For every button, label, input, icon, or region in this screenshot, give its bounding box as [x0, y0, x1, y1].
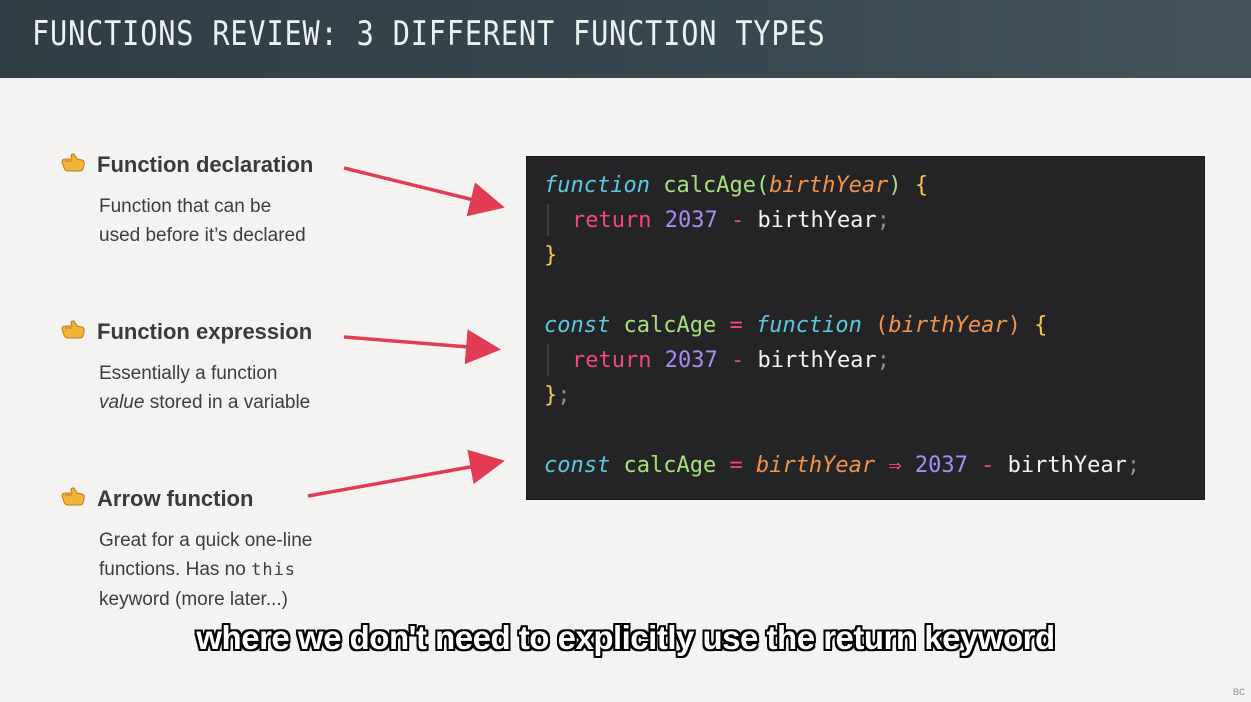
- brace: {: [914, 173, 929, 198]
- code-line: };: [544, 379, 571, 413]
- function-name: calcAge: [623, 313, 717, 338]
- desc-text: stored in a variable: [144, 392, 311, 413]
- param: birthYear: [888, 313, 1008, 338]
- pointing-hand-icon: [61, 320, 85, 339]
- semicolon: ;: [1126, 453, 1141, 478]
- identifier: birthYear: [757, 208, 877, 233]
- item-description: Great for a quick one-line functions. Ha…: [99, 526, 312, 614]
- code-line: return 2037 - birthYear;: [572, 204, 890, 238]
- watermark-logo: вс: [1232, 684, 1245, 698]
- desc-line: Function that can be: [99, 196, 272, 217]
- keyword-const: const: [544, 313, 611, 338]
- desc-line: value stored in a variable: [99, 388, 310, 417]
- desc-line: Essentially a function: [99, 363, 278, 384]
- operator: -: [730, 348, 745, 373]
- item-title: Arrow function: [97, 486, 254, 511]
- keyword-return: return: [572, 348, 652, 373]
- code-line: return 2037 - birthYear;: [572, 344, 890, 378]
- operator: -: [981, 453, 995, 478]
- paren: (: [755, 173, 770, 198]
- item-title: Function expression: [97, 319, 313, 344]
- brace: {: [1034, 313, 1048, 338]
- indent-guide: [547, 204, 549, 236]
- desc-line: keyword (more later...): [99, 589, 288, 610]
- function-name: calcAge: [663, 173, 756, 198]
- pointing-hand-icon: [61, 153, 85, 172]
- paren: (: [875, 313, 889, 338]
- operator: =: [729, 313, 743, 338]
- code-line: const calcAge = function (birthYear) {: [544, 309, 1047, 343]
- number: 2037: [664, 348, 718, 373]
- item-description: Essentially a function value stored in a…: [99, 359, 310, 417]
- code-panel: function calcAge(birthYear) { return 203…: [526, 156, 1205, 500]
- number: 2037: [664, 208, 718, 233]
- pointing-hand-icon: [61, 487, 85, 506]
- semicolon: ;: [876, 348, 890, 373]
- identifier: birthYear: [757, 348, 877, 373]
- indent-guide: [547, 344, 549, 376]
- keyword-return: return: [572, 208, 652, 233]
- param: birthYear: [769, 173, 889, 198]
- param: birthYear: [755, 453, 876, 478]
- operator: =: [729, 453, 743, 478]
- item-title: Function declaration: [97, 152, 314, 177]
- semicolon: ;: [876, 208, 890, 233]
- arrow-expression: [343, 329, 501, 365]
- arrow-declaration: [343, 166, 505, 217]
- paren: ): [888, 173, 902, 198]
- number: 2037: [914, 453, 968, 478]
- arrow-arrow-function: [307, 449, 505, 498]
- emphasis-value: value: [99, 392, 145, 413]
- video-subtitle: where we don't need to explicitly use th…: [196, 619, 1055, 656]
- identifier: birthYear: [1007, 453, 1127, 478]
- code-line: function calcAge(birthYear) {: [544, 169, 928, 203]
- desc-line: used before it’s declared: [99, 225, 306, 246]
- desc-line: Great for a quick one-line: [99, 530, 313, 551]
- desc-text: functions. Has no: [99, 559, 252, 580]
- brace: }: [544, 243, 558, 268]
- this-keyword: this: [251, 560, 297, 580]
- paren: ): [1007, 313, 1021, 338]
- semicolon: ;: [557, 383, 571, 408]
- keyword-function: function: [755, 313, 862, 338]
- item-description: Function that can be used before it’s de…: [99, 192, 306, 250]
- code-line: }: [544, 239, 557, 273]
- operator: -: [730, 208, 745, 233]
- brace: }: [544, 383, 558, 408]
- keyword-const: const: [544, 453, 611, 478]
- code-line: const calcAge = birthYear ⇒ 2037 - birth…: [544, 449, 1140, 483]
- arrow-operator: ⇒: [888, 453, 902, 478]
- keyword-function: function: [544, 173, 650, 198]
- function-name: calcAge: [623, 453, 717, 478]
- desc-line: functions. Has no this: [99, 555, 312, 585]
